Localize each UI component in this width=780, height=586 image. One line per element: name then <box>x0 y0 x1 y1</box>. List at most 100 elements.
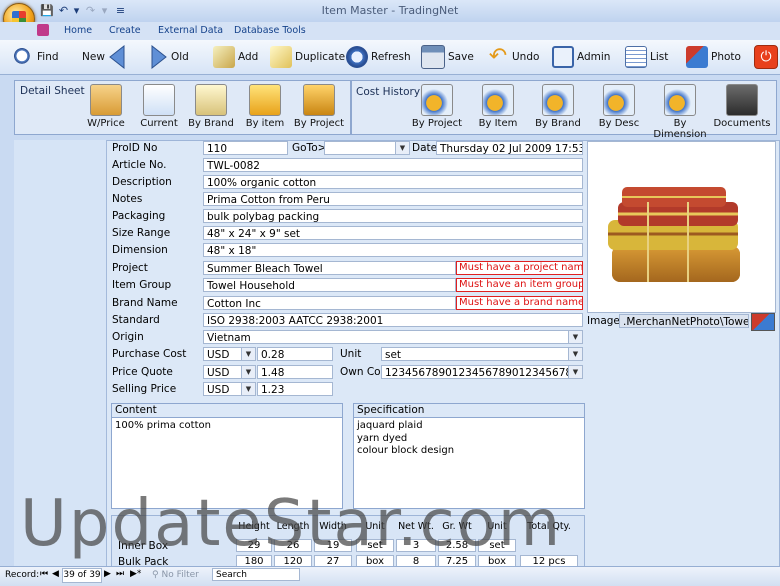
documents-button[interactable]: Documents <box>713 84 771 129</box>
brand-name-field[interactable]: Cotton Inc <box>203 296 456 310</box>
query-icon <box>421 84 453 116</box>
specification-text: jaquard plaid yarn dyed colour block des… <box>357 420 455 456</box>
chevron-down-icon[interactable]: ▼ <box>395 142 409 154</box>
record-selector-strip[interactable] <box>14 140 107 566</box>
query-icon <box>603 84 635 116</box>
goto-label: GoTo> <box>292 142 327 154</box>
detail-by-item-button[interactable]: By item <box>239 84 291 129</box>
search-field[interactable]: Search <box>212 568 300 581</box>
refresh-button[interactable]: Refresh <box>346 44 411 70</box>
notes-field[interactable]: Prima Cotton from Peru <box>203 192 583 206</box>
tab-database-tools[interactable]: Database Tools <box>234 25 306 36</box>
undo-qat-icon[interactable]: ↶ <box>57 4 70 17</box>
content-panel[interactable]: Content 100% prima cotton <box>111 403 343 509</box>
inner-box-net-wt[interactable]: 3 <box>396 539 436 552</box>
power-exit-icon[interactable]: ⏻ <box>754 45 778 69</box>
first-record-icon[interactable]: ⏮ <box>40 569 48 579</box>
tab-create[interactable]: Create <box>109 25 141 36</box>
item-group-field[interactable]: Towel Household <box>203 278 456 292</box>
chevron-down-icon[interactable]: ▼ <box>568 348 582 360</box>
inner-box-unit-2[interactable]: set <box>478 539 516 552</box>
font-ab-icon <box>195 84 227 116</box>
project-error: Must have a project name <box>456 261 583 275</box>
record-number-field[interactable]: 39 of 39 <box>62 568 102 583</box>
list-button[interactable]: List <box>625 44 668 70</box>
duplicate-button[interactable]: Duplicate <box>270 44 345 70</box>
detail-wprice-button[interactable]: W/Price <box>80 84 132 129</box>
selling-price-label: Selling Price <box>112 383 177 395</box>
article-no-field[interactable]: TWL-0082 <box>203 158 583 172</box>
specification-panel[interactable]: Specification jaquard plaid yarn dyed co… <box>353 403 585 509</box>
redo-qat-icon[interactable]: ↷ <box>84 4 97 17</box>
old-button[interactable]: Old <box>150 44 189 70</box>
redo-dropdown-icon[interactable]: ▾ <box>98 4 111 17</box>
selling-price-field[interactable]: 1.23 <box>257 382 333 396</box>
save-qat-icon[interactable]: 💾 <box>40 4 54 17</box>
customize-qat-icon[interactable]: ≡ <box>114 4 127 17</box>
cost-by-item-button[interactable]: By Item <box>472 84 524 129</box>
browse-photo-icon[interactable] <box>751 313 775 331</box>
undo-button[interactable]: ↶ Undo <box>487 44 540 70</box>
record-label: Record: <box>5 570 40 580</box>
image-label: Image <box>587 315 620 327</box>
tab-home[interactable]: Home <box>64 25 92 36</box>
col-length: Length <box>276 521 310 532</box>
quote-currency-select[interactable]: USD ▼ <box>203 365 256 379</box>
own-co-select[interactable]: 123456789012345678901234567890123456▼ <box>381 365 583 379</box>
dimension-label: Dimension <box>112 244 168 256</box>
origin-select[interactable]: Vietnam ▼ <box>203 330 583 344</box>
standard-field[interactable]: ISO 2938:2003 AATCC 2938:2001 <box>203 313 583 327</box>
next-record-icon[interactable]: ▶ <box>104 569 111 579</box>
chevron-down-icon[interactable]: ▼ <box>568 331 582 343</box>
unit-select[interactable]: set ▼ <box>381 347 583 361</box>
tab-external-data[interactable]: External Data <box>158 25 223 36</box>
chevron-down-icon[interactable]: ▼ <box>241 348 255 360</box>
query-icon <box>482 84 514 116</box>
cost-by-dimension-button[interactable]: By Dimension <box>648 84 712 140</box>
inner-box-length[interactable]: 26 <box>274 539 312 552</box>
specification-title: Specification <box>354 404 584 418</box>
inner-box-height[interactable]: 29 <box>236 539 272 552</box>
chevron-down-icon[interactable]: ▼ <box>568 366 582 378</box>
chevron-down-icon[interactable]: ▼ <box>241 383 255 395</box>
image-path-field[interactable]: .MerchanNetPhoto\Towel.jpg <box>619 314 749 328</box>
purchase-currency-select[interactable]: USD ▼ <box>203 347 256 361</box>
new-button[interactable]: New <box>82 44 126 70</box>
detail-current-button[interactable]: Current <box>133 84 185 129</box>
selling-currency-select[interactable]: USD ▼ <box>203 382 256 396</box>
inner-box-unit[interactable]: set <box>356 539 394 552</box>
goto-select[interactable]: ▼ <box>324 141 410 155</box>
description-field[interactable]: 100% organic cotton <box>203 175 583 189</box>
detail-by-project-button[interactable]: By Project <box>293 84 345 129</box>
save-button[interactable]: Save <box>421 44 474 70</box>
project-field[interactable]: Summer Bleach Towel <box>203 261 456 275</box>
chevron-down-icon[interactable]: ▼ <box>241 366 255 378</box>
new-record-icon[interactable]: ▶* <box>130 569 141 579</box>
filter-toggle[interactable]: ⚲ No Filter <box>152 570 199 580</box>
find-button[interactable]: Find <box>12 44 59 70</box>
date-field[interactable]: Thursday 02 Jul 2009 17:53 <box>436 141 583 155</box>
detail-by-brand-button[interactable]: By Brand <box>185 84 237 129</box>
cost-by-project-button[interactable]: By Project <box>411 84 463 129</box>
prev-record-icon[interactable]: ◀ <box>52 569 59 579</box>
prod-id-field[interactable]: 110 <box>203 141 288 155</box>
inner-box-gr-wt[interactable]: 2.58 <box>438 539 476 552</box>
add-button[interactable]: Add <box>213 44 258 70</box>
admin-button[interactable]: Admin <box>552 44 610 70</box>
col-unit-2: Unit <box>487 521 507 532</box>
cost-by-desc-button[interactable]: By Desc <box>593 84 645 129</box>
size-range-field[interactable]: 48" x 24" x 9" set <box>203 226 583 240</box>
list-icon <box>625 46 647 68</box>
purchase-cost-field[interactable]: 0.28 <box>257 347 333 361</box>
item-group-error: Must have an item group <box>456 278 583 292</box>
photo-button[interactable]: Photo <box>686 44 741 70</box>
price-quote-field[interactable]: 1.48 <box>257 365 333 379</box>
undo-dropdown-icon[interactable]: ▾ <box>70 4 83 17</box>
packaging-field[interactable]: bulk polybag packing <box>203 209 583 223</box>
cost-by-brand-button[interactable]: By Brand <box>532 84 584 129</box>
inner-box-width[interactable]: 19 <box>314 539 352 552</box>
folder-icon <box>249 84 281 116</box>
last-record-icon[interactable]: ⏭ <box>116 569 124 579</box>
dimension-field[interactable]: 48" x 18" <box>203 243 583 257</box>
col-total-qty: Total Qty. <box>527 521 571 532</box>
